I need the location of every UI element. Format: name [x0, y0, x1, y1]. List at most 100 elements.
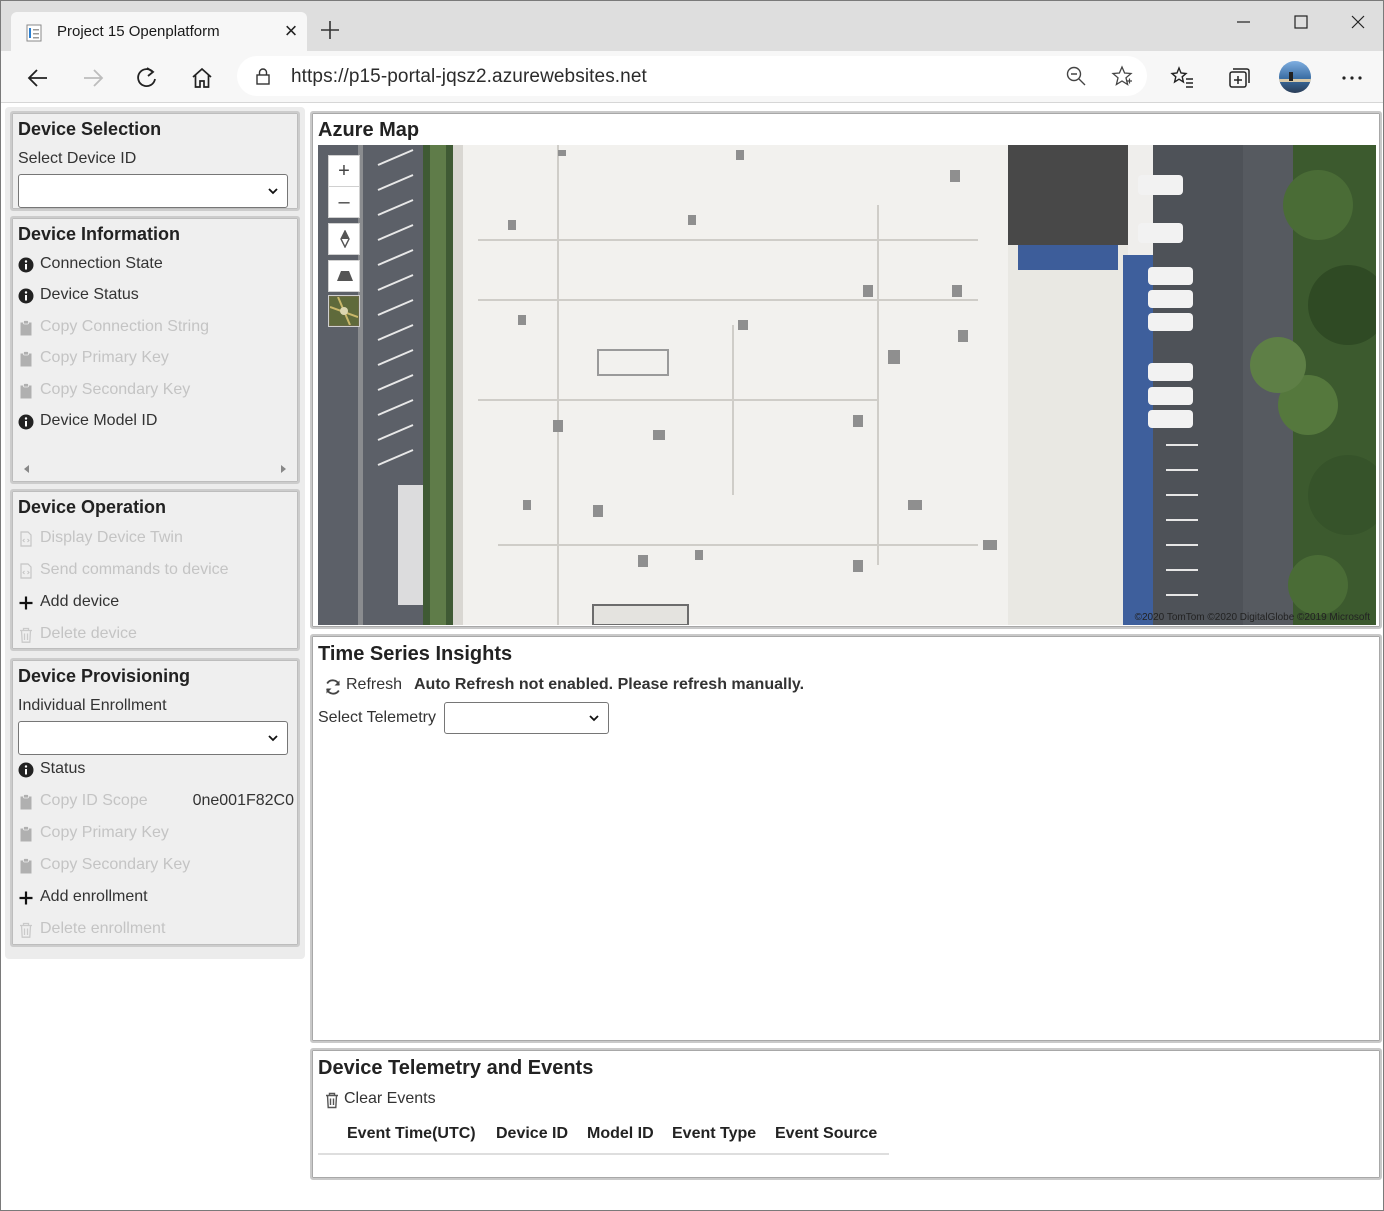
- clear-events-label: Clear Events: [344, 1090, 436, 1107]
- device-provisioning-title: Device Provisioning: [18, 666, 191, 686]
- time-series-title: Time Series Insights: [318, 643, 513, 665]
- time-series-panel: Time Series Insights Refresh Auto Refres…: [310, 634, 1382, 1043]
- scroll-right-icon[interactable]: [278, 464, 288, 474]
- back-icon[interactable]: [23, 63, 53, 93]
- azure-map-panel: Azure Map + – ©2020 TomTom ©2020 Digital…: [310, 111, 1382, 629]
- display-device-twin-action[interactable]: Display Device Twin: [18, 529, 294, 551]
- copy-secondary-key-action[interactable]: Copy Secondary Key: [18, 381, 294, 403]
- clipboard-icon: [20, 319, 32, 336]
- tab-strip: Project 15 Openplatform ×: [1, 1, 1383, 51]
- info-icon: [18, 257, 34, 273]
- maximize-icon[interactable]: [1280, 9, 1320, 37]
- copy-id-scope-action[interactable]: Copy ID Scope 0ne001F82C0: [18, 792, 294, 814]
- delete-device-action[interactable]: Delete device: [18, 625, 294, 647]
- forward-icon[interactable]: [78, 63, 108, 93]
- sync-icon: [326, 679, 340, 695]
- browser-tab[interactable]: Project 15 Openplatform ×: [11, 12, 307, 51]
- favorite-star-icon[interactable]: [1111, 65, 1133, 87]
- info-icon: [18, 414, 34, 430]
- clear-events-button[interactable]: Clear Events: [324, 1090, 442, 1112]
- connection-state-label: Connection State: [40, 255, 163, 272]
- compass-button[interactable]: [328, 223, 360, 255]
- enrollment-select[interactable]: [18, 721, 288, 755]
- telemetry-label: Select Telemetry: [318, 709, 436, 726]
- copy-secondary-key-label: Copy Secondary Key: [40, 380, 191, 398]
- pitch-icon: [337, 271, 353, 281]
- window-close-icon[interactable]: [1337, 9, 1377, 37]
- device-selection-panel: Device Selection Select Device ID: [10, 111, 300, 211]
- copy-secondary-key-label: Copy Secondary Key: [40, 856, 191, 873]
- map-style-icon: [330, 297, 358, 325]
- send-commands-to-device-label: Send commands to device: [40, 561, 229, 578]
- minimize-icon[interactable]: [1223, 9, 1263, 37]
- device-status-label: Device Status: [40, 286, 139, 304]
- delete-device-label: Delete device: [40, 625, 137, 642]
- close-tab-icon[interactable]: ×: [281, 20, 301, 42]
- page-content: Device Selection Select Device ID Device…: [1, 104, 1383, 1210]
- profile-avatar[interactable]: [1279, 61, 1311, 93]
- zoom-in-button[interactable]: +: [328, 155, 360, 187]
- zoom-out-button[interactable]: –: [328, 186, 360, 218]
- refresh-label: Refresh: [346, 676, 403, 693]
- copy-primary-key-action[interactable]: Copy Primary Key: [18, 349, 294, 371]
- connection-state-action[interactable]: Connection State: [18, 255, 294, 277]
- clipboard-icon: [20, 858, 32, 874]
- status-label: Status: [40, 760, 86, 777]
- device-id-select[interactable]: [18, 174, 288, 208]
- delete-enrollment-label: Delete enrollment: [40, 920, 166, 937]
- column-event-type[interactable]: Event Type: [672, 1125, 756, 1143]
- column-model-id[interactable]: Model ID: [587, 1125, 654, 1143]
- delete-enrollment-action[interactable]: Delete enrollment: [18, 920, 294, 942]
- device-information-title: Device Information: [18, 224, 181, 244]
- copy-primary-key-action[interactable]: Copy Primary Key: [18, 824, 294, 846]
- display-device-twin-label: Display Device Twin: [40, 529, 183, 546]
- device-selection-title: Device Selection: [18, 119, 162, 139]
- device-model-id-action[interactable]: Device Model ID: [18, 412, 294, 434]
- zoom-in-label: +: [338, 160, 350, 182]
- more-options-icon[interactable]: [1337, 63, 1367, 93]
- device-operation-title: Device Operation: [18, 497, 167, 517]
- collections-icon[interactable]: [1223, 63, 1253, 93]
- add-device-action[interactable]: Add device: [18, 593, 294, 615]
- add-enrollment-label: Add enrollment: [40, 888, 148, 905]
- azure-map-title: Azure Map: [318, 119, 420, 141]
- telemetry-select[interactable]: [444, 702, 609, 734]
- trash-icon: [20, 922, 32, 938]
- zoom-icon[interactable]: [1065, 65, 1087, 87]
- chevron-down-icon: [589, 715, 599, 722]
- code-file-icon: [20, 531, 32, 547]
- copy-primary-key-label: Copy Primary Key: [40, 349, 169, 367]
- refresh-icon[interactable]: [132, 63, 162, 93]
- copy-secondary-key-action[interactable]: Copy Secondary Key: [18, 856, 294, 878]
- send-commands-to-device-action[interactable]: Send commands to device: [18, 561, 294, 583]
- home-icon[interactable]: [187, 63, 217, 93]
- column-event-time[interactable]: Event Time(UTC): [347, 1125, 476, 1143]
- map-style-button[interactable]: [328, 295, 360, 327]
- column-device-id[interactable]: Device ID: [496, 1125, 568, 1143]
- chevron-down-icon: [268, 188, 278, 195]
- satellite-map[interactable]: + – ©2020 TomTom ©2020 DigitalGlobe ©201…: [318, 145, 1376, 625]
- add-enrollment-action[interactable]: Add enrollment: [18, 888, 294, 910]
- new-tab-icon[interactable]: [317, 17, 343, 43]
- plus-icon: [19, 596, 33, 610]
- address-bar[interactable]: https://p15-portal-jqsz2.azurewebsites.n…: [237, 56, 1147, 96]
- scroll-left-icon[interactable]: [22, 464, 32, 474]
- lock-icon: [256, 68, 270, 85]
- telemetry-events-panel: Device Telemetry and Events Clear Events…: [310, 1048, 1382, 1180]
- map-imagery: [318, 145, 1376, 625]
- auto-refresh-message: Auto Refresh not enabled. Please refresh…: [414, 676, 805, 693]
- clipboard-icon: [20, 382, 32, 399]
- info-icon: [18, 288, 34, 304]
- refresh-button[interactable]: Refresh: [324, 676, 406, 698]
- device-status-action[interactable]: Device Status: [18, 286, 294, 308]
- id-scope-value: 0ne001F82C0: [192, 792, 294, 809]
- events-table-header: Event Time(UTC) Device ID Model ID Event…: [318, 1125, 889, 1155]
- column-event-source[interactable]: Event Source: [775, 1125, 877, 1143]
- pitch-button[interactable]: [328, 260, 360, 292]
- status-action[interactable]: Status: [18, 760, 294, 782]
- browser-toolbar: https://p15-portal-jqsz2.azurewebsites.n…: [1, 51, 1383, 103]
- url-text: https://p15-portal-jqsz2.azurewebsites.n…: [291, 66, 647, 87]
- select-device-label: Select Device ID: [18, 150, 137, 167]
- copy-connection-string-action[interactable]: Copy Connection String: [18, 318, 294, 340]
- favorites-icon[interactable]: [1167, 63, 1197, 93]
